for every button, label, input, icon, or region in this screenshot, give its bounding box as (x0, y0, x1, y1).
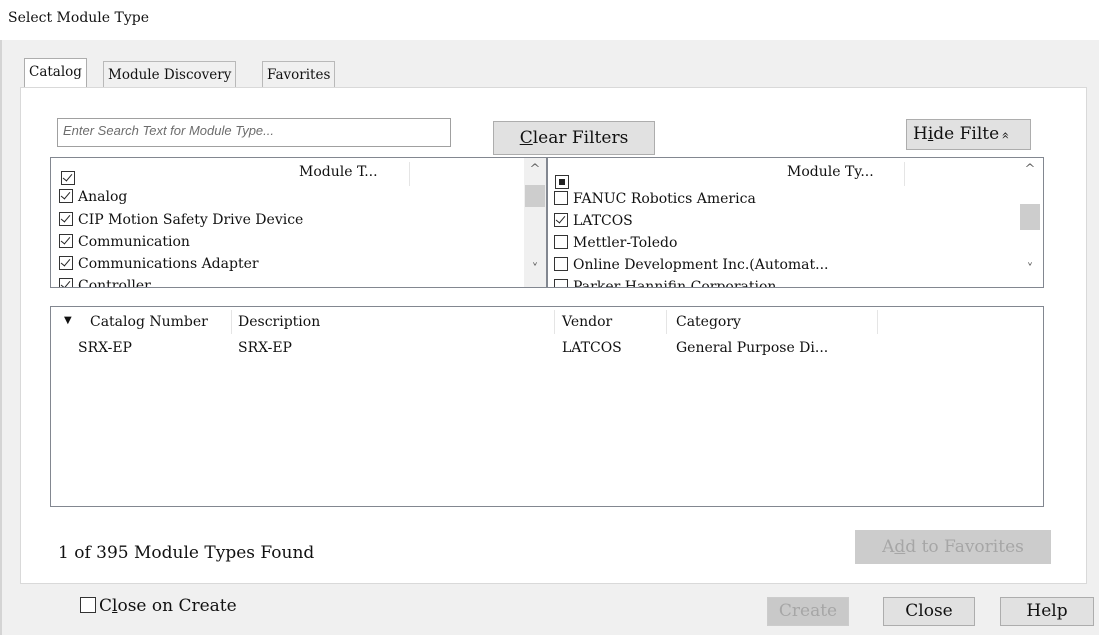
tab-module-discovery[interactable]: Module Discovery (103, 61, 237, 88)
create-button[interactable]: Create (767, 597, 849, 626)
add-to-favorites-pre: A (882, 537, 895, 557)
column-separator (904, 162, 905, 186)
close-on-create-pre: C (99, 596, 113, 616)
sort-descending-icon[interactable]: ▼ (64, 315, 72, 326)
title-bar (0, 0, 1099, 40)
column-separator (554, 310, 555, 334)
list-item-label: Analog (78, 189, 128, 205)
window-border (0, 40, 2, 635)
checkbox[interactable] (554, 213, 568, 227)
list-item[interactable]: Communication (59, 231, 190, 253)
list-item-label: Mettler-Toledo (573, 235, 678, 251)
add-to-favorites-accel: d (894, 537, 906, 557)
list-item-label: Communications Adapter (78, 256, 259, 272)
table-row[interactable]: SRX-EP SRX-EP LATCOS General Purpose Di.… (51, 336, 1043, 358)
category-select-all-checkbox[interactable] (61, 171, 75, 185)
list-item-label: Controller (78, 278, 151, 288)
clear-filters-button[interactable]: Clear Filters (493, 121, 655, 155)
scroll-thumb[interactable] (1020, 204, 1040, 230)
column-header-vendor[interactable]: Vendor (562, 314, 612, 330)
scroll-down-icon[interactable]: ˅ (1019, 262, 1041, 277)
search-input[interactable]: Enter Search Text for Module Type... (57, 118, 451, 147)
list-item[interactable]: LATCOS (554, 210, 633, 232)
tab-favorites[interactable]: Favorites (262, 61, 336, 88)
scroll-thumb[interactable] (525, 185, 545, 207)
window-title: Select Module Type (8, 10, 150, 26)
cell-catalog-number: SRX-EP (78, 340, 132, 356)
add-to-favorites-label: d to Favorites (905, 537, 1024, 557)
category-scrollbar[interactable]: ^ ˅ (524, 158, 546, 287)
results-table[interactable]: ▼ Catalog Number Description Vendor Cate… (50, 306, 1044, 507)
list-item[interactable]: Online Development Inc.(Automat... (554, 254, 829, 276)
cell-category: General Purpose Di... (676, 340, 829, 356)
close-on-create-label: ose on Create (117, 596, 237, 616)
column-header-description[interactable]: Description (238, 314, 320, 330)
clear-filters-accel: C (519, 128, 533, 148)
list-item-label: Communication (78, 234, 190, 250)
checkbox[interactable] (59, 234, 73, 248)
clear-filters-label: lear Filters (532, 128, 629, 148)
results-count-status: 1 of 395 Module Types Found (58, 543, 315, 563)
vendor-scrollbar[interactable]: ^ ˅ (1019, 158, 1041, 287)
hide-filters-button[interactable]: Hide Filte« (906, 119, 1031, 150)
list-item-label: CIP Motion Safety Drive Device (78, 212, 304, 228)
checkbox[interactable] (59, 189, 73, 203)
vendor-column-header[interactable]: Module Ty... (787, 164, 874, 180)
checkbox[interactable] (554, 257, 568, 271)
list-item[interactable]: Parker Hannifin Corporation (554, 276, 777, 288)
list-item-label: Online Development Inc.(Automat... (573, 257, 829, 273)
tab-catalog[interactable]: Catalog (24, 58, 87, 88)
list-item-label: FANUC Robotics America (573, 191, 756, 207)
column-header-category[interactable]: Category (676, 314, 741, 330)
column-separator (409, 162, 410, 186)
list-item[interactable]: Mettler-Toledo (554, 232, 677, 254)
close-on-create-checkbox[interactable]: Close on Create (80, 596, 237, 616)
column-header-catalog-number[interactable]: Catalog Number (90, 314, 208, 330)
checkbox[interactable] (59, 278, 73, 287)
checkbox[interactable] (554, 279, 568, 287)
list-item[interactable]: Communications Adapter (59, 253, 259, 275)
column-separator (231, 310, 232, 334)
scroll-up-icon[interactable]: ^ (1019, 162, 1041, 177)
cell-vendor: LATCOS (562, 340, 622, 356)
add-to-favorites-button[interactable]: Add to Favorites (855, 530, 1051, 564)
help-button[interactable]: Help (1000, 597, 1094, 626)
double-chevron-up-icon: « (997, 131, 1013, 140)
vendor-select-all-checkbox[interactable] (555, 175, 569, 189)
list-item[interactable]: CIP Motion Safety Drive Device (59, 209, 303, 231)
checkbox[interactable] (59, 256, 73, 270)
vendor-filter-list[interactable]: Module Ty... FANUC Robotics America LATC… (547, 157, 1044, 288)
checkbox[interactable] (80, 597, 96, 613)
list-item[interactable]: Controller (59, 275, 151, 288)
checkbox[interactable] (554, 191, 568, 205)
column-separator (877, 310, 878, 334)
hide-filters-label: de Filte (933, 124, 1000, 144)
checkbox[interactable] (59, 212, 73, 226)
list-item-label: LATCOS (573, 213, 633, 229)
close-button[interactable]: Close (883, 597, 975, 626)
category-filter-list[interactable]: Module T... Analog CIP Motion Safety Dri… (50, 157, 547, 288)
cell-description: SRX-EP (238, 340, 292, 356)
list-item-label: Parker Hannifin Corporation (573, 279, 777, 288)
scroll-up-icon[interactable]: ^ (524, 162, 546, 177)
scroll-down-icon[interactable]: ˅ (524, 262, 546, 277)
column-separator (666, 310, 667, 334)
checkbox[interactable] (554, 235, 568, 249)
list-item[interactable]: FANUC Robotics America (554, 188, 756, 210)
hide-filters-pre: H (913, 124, 928, 144)
category-column-header[interactable]: Module T... (299, 164, 378, 180)
list-item[interactable]: Analog (59, 186, 127, 208)
